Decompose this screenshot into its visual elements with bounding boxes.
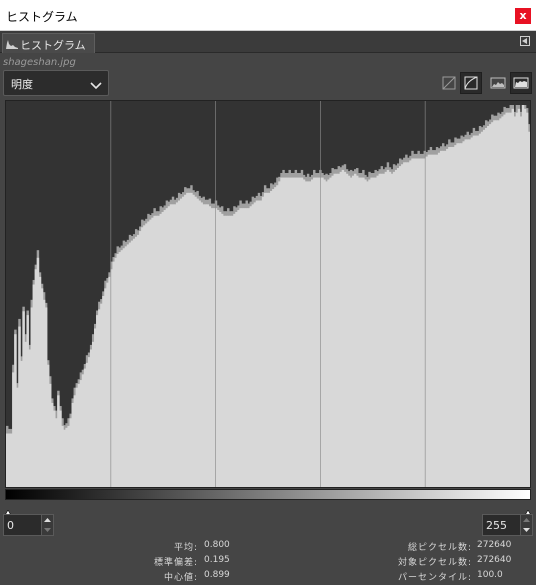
spin-arrows-icon[interactable]	[520, 515, 532, 535]
value-gradient-bar	[5, 489, 531, 500]
percentile-value: 100.0	[477, 570, 503, 580]
stddev-label: 標準偏差:	[153, 558, 198, 568]
mean-value: 0.800	[204, 540, 230, 550]
linear-histogram-button[interactable]	[487, 72, 509, 94]
linear-histogram-icon	[490, 77, 506, 89]
histogram-view[interactable]	[5, 100, 531, 488]
total-pixels-value: 272640	[477, 540, 512, 550]
range-min-value: 0	[7, 519, 14, 532]
dock-tabbar: ヒストグラム	[0, 31, 536, 53]
histogram-icon	[6, 37, 18, 52]
spin-arrows-icon[interactable]	[41, 515, 53, 535]
log-scale-button[interactable]	[460, 72, 482, 94]
range-max-value: 255	[486, 519, 507, 532]
channel-select[interactable]: 明度	[3, 70, 109, 96]
linear-scale-button[interactable]	[438, 72, 460, 94]
close-button[interactable]: x	[515, 8, 531, 24]
image-filename: shageshan.jpg	[3, 57, 76, 68]
range-max-spinbox[interactable]: 255	[482, 514, 533, 536]
histogram-bin	[527, 131, 531, 488]
percentile-label: パーセンタイル:	[397, 573, 472, 583]
chevron-down-icon	[90, 77, 102, 96]
channel-value: 明度	[11, 78, 33, 91]
log-histogram-button[interactable]	[510, 72, 532, 94]
linear-scale-icon	[442, 76, 456, 90]
median-label: 中心値:	[163, 573, 198, 583]
count-label: 対象ピクセル数:	[397, 558, 472, 568]
histogram-bars	[6, 105, 531, 488]
histogram-chart	[6, 101, 531, 488]
window-titlebar: ヒストグラム x	[0, 0, 536, 31]
log-histogram-icon	[513, 77, 529, 89]
total-pixels-label: 総ピクセル数:	[407, 543, 472, 553]
count-value: 272640	[477, 555, 512, 565]
stddev-value: 0.195	[204, 555, 230, 565]
median-value: 0.899	[204, 570, 230, 580]
panel-menu-icon[interactable]	[520, 36, 530, 46]
range-min-spinbox[interactable]: 0	[3, 514, 54, 536]
log-scale-icon	[464, 76, 478, 90]
mean-label: 平均:	[173, 543, 198, 553]
tab-histogram[interactable]: ヒストグラム	[2, 33, 95, 53]
tab-label: ヒストグラム	[20, 39, 86, 52]
window-title: ヒストグラム	[6, 10, 78, 24]
